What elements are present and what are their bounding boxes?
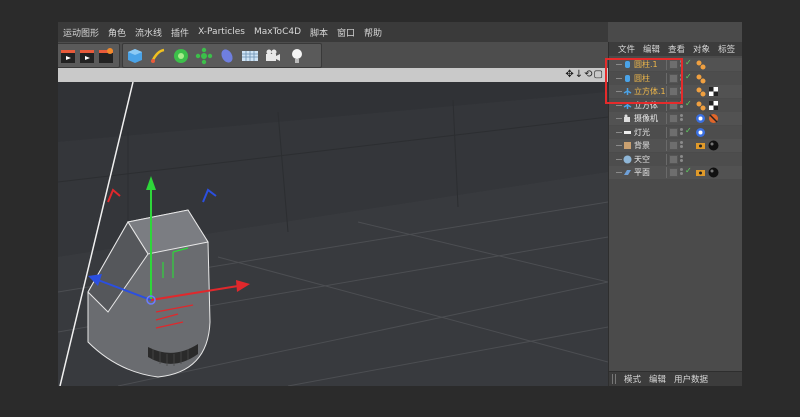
menu-mograph[interactable]: 运动图形 [63,26,99,39]
object-name[interactable]: 天空 [634,154,650,165]
visibility-dots-icon[interactable] [680,168,683,177]
tree-line [616,172,622,173]
layer-swatch-icon[interactable] [669,127,678,137]
menu-maxtoc4d[interactable]: MaxToC4D [254,27,301,37]
menu-plugins[interactable]: 插件 [171,26,189,39]
tree-line [616,118,622,119]
column-divider [666,167,667,178]
object-name[interactable]: 灯光 [634,127,650,138]
toolbar [58,42,608,68]
am-menu-edit[interactable]: 编辑 [649,373,666,385]
om-menu-view[interactable]: 查看 [668,43,685,55]
column-divider [666,113,667,124]
target-tag-icon[interactable] [695,113,706,124]
viewport-header: ✥↓⟲▢ [58,68,608,82]
phong-tag-icon[interactable] [695,86,706,97]
deformer-icon[interactable] [218,47,236,65]
tree-line [616,104,622,106]
pen-icon[interactable] [149,47,167,65]
camera-icon[interactable] [264,47,282,65]
phong-tag-icon[interactable] [695,73,706,84]
cube-icon[interactable] [126,47,144,65]
visibility-dots-icon[interactable] [680,114,683,123]
column-divider [666,153,667,165]
tree-line [616,131,622,133]
visibility-dots-icon[interactable] [680,127,683,137]
object-row[interactable]: 灯光 ✓ [609,125,742,139]
layer-swatch-icon[interactable] [669,168,678,177]
light-icon [624,130,631,134]
object-name[interactable]: 背景 [634,140,650,151]
om-menu-edit[interactable]: 编辑 [643,43,660,55]
floor-grid-icon[interactable] [241,47,259,65]
tree-line [616,145,622,146]
protection-tag-icon[interactable] [708,113,719,124]
menu-xparticles[interactable]: X-Particles [198,27,245,37]
selection-highlight-box [605,58,683,104]
tree-line [616,158,622,160]
compositing-tag-icon[interactable] [695,167,706,178]
om-menu-tags[interactable]: 标签 [718,43,735,55]
plane-icon [624,170,631,175]
light-bulb-icon[interactable] [288,47,306,65]
checker-tag-icon[interactable] [708,86,719,97]
cloner-icon[interactable] [195,47,213,65]
layer-swatch-icon[interactable] [669,141,678,150]
om-menu-object[interactable]: 对象 [693,43,710,55]
material-tag-icon[interactable] [708,167,719,178]
3d-viewport[interactable]: ✥↓⟲▢ [58,68,608,386]
sky-icon [623,155,632,163]
render-tool-group [58,43,120,68]
viewport-scene[interactable] [58,82,608,386]
visibility-dots-icon[interactable] [680,154,683,164]
camera-icon [624,114,630,122]
om-menu-file[interactable]: 文件 [618,43,635,55]
am-menu-mode[interactable]: 模式 [624,373,641,385]
object-manager-menu: 文件 编辑 查看 对象 标签 [609,42,742,56]
menu-pipeline[interactable]: 流水线 [135,26,162,39]
menu-script[interactable]: 脚本 [310,26,328,39]
column-divider [666,126,667,138]
compositing-tag-icon[interactable] [695,140,706,151]
subdivision-icon[interactable] [172,47,190,65]
menu-window[interactable]: 窗口 [337,26,355,39]
clapper-icon[interactable] [78,47,96,65]
menu-bar: 运动图形 角色 流水线 插件 X-Particles MaxToC4D 脚本 窗… [58,22,608,42]
object-row[interactable]: 天空 [609,152,742,166]
viewport-navigation-icons[interactable]: ✥↓⟲▢ [565,69,604,80]
visibility-dots-icon[interactable] [680,141,683,150]
layer-swatch-icon[interactable] [669,114,678,123]
enabled-check-icon[interactable]: ✓ [685,58,692,67]
enabled-check-icon[interactable]: ✓ [685,99,692,108]
background-icon [624,142,631,149]
phong-tag-icon[interactable] [695,59,706,70]
am-menu-userdata[interactable]: 用户数据 [674,373,708,385]
object-row[interactable]: 背景 [609,139,742,152]
phong-tag-icon[interactable] [695,100,706,111]
clapper-icon[interactable] [97,47,115,65]
menu-help[interactable]: 帮助 [364,26,382,39]
object-row[interactable]: 摄像机 [609,112,742,125]
column-divider [666,140,667,151]
clapper-icon[interactable] [59,47,77,65]
layer-swatch-icon[interactable] [669,154,678,164]
checker-tag-icon[interactable] [708,100,719,111]
menu-character[interactable]: 角色 [108,26,126,39]
material-tag-icon[interactable] [708,140,719,151]
target-tag-icon[interactable] [695,127,706,138]
enabled-check-icon[interactable]: ✓ [685,72,692,81]
object-tool-group [122,43,322,68]
object-name[interactable]: 摄像机 [634,113,658,124]
object-row[interactable]: 平面 ✓ [609,166,742,179]
attribute-manager-bar: 模式 编辑 用户数据 [609,371,742,386]
object-name[interactable]: 平面 [634,167,650,178]
panel-grip-icon[interactable] [612,374,618,384]
enabled-check-icon[interactable]: ✓ [685,126,692,135]
enabled-check-icon[interactable]: ✓ [685,166,692,175]
